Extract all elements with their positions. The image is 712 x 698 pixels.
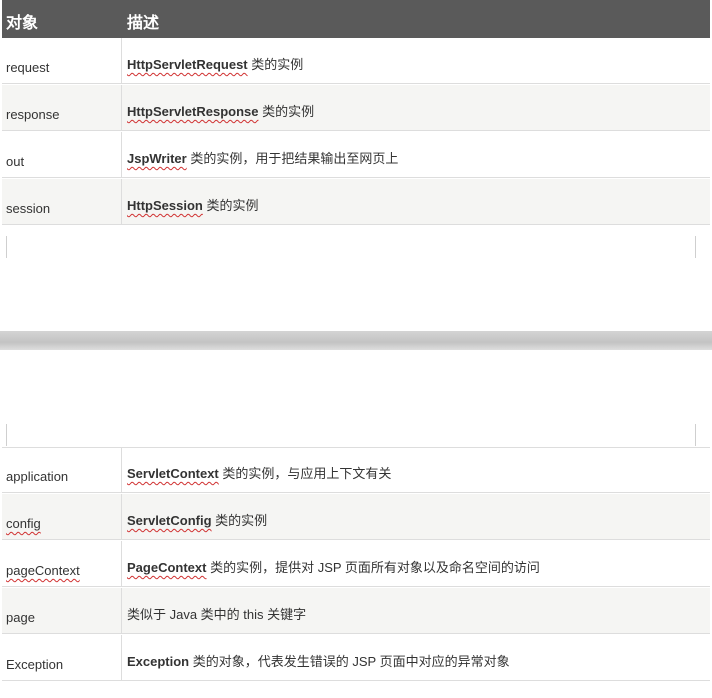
- description-cell: Exception 类的对象，代表发生错误的 JSP 页面中对应的异常对象: [127, 635, 710, 680]
- page-corner-mark: [6, 236, 7, 258]
- description-cell: HttpSession 类的实例: [127, 179, 710, 224]
- description-cell: 类似于 Java 类中的 this 关键字: [127, 588, 710, 633]
- class-name: HttpServletResponse: [127, 104, 259, 119]
- description-cell: HttpServletRequest 类的实例: [127, 38, 710, 83]
- page-break-gap: [0, 331, 712, 350]
- table-row: Exception Exception 类的对象，代表发生错误的 JSP 页面中…: [2, 635, 710, 681]
- description-text: 类的实例，用于把结果输出至网页上: [186, 151, 399, 166]
- description-text: 类的实例: [247, 57, 304, 72]
- object-name: page: [6, 610, 35, 625]
- object-cell: request: [2, 38, 122, 83]
- description-cell: PageContext 类的实例，提供对 JSP 页面所有对象以及命名空间的访问: [127, 541, 710, 586]
- object-cell: out: [2, 132, 122, 177]
- table-row: response HttpServletResponse 类的实例: [2, 85, 710, 131]
- page-corner-mark: [695, 424, 696, 446]
- object-cell: application: [2, 448, 122, 492]
- object-name: config: [6, 516, 41, 531]
- table-row: request HttpServletRequest 类的实例: [2, 38, 710, 84]
- table-row: page 类似于 Java 类中的 this 关键字: [2, 588, 710, 634]
- object-name: application: [6, 469, 69, 484]
- class-name: ServletConfig: [127, 513, 212, 528]
- header-description-label: 描述: [127, 15, 160, 32]
- page-corner-mark: [6, 424, 7, 446]
- class-name: PageContext: [127, 560, 207, 575]
- object-name: Exception: [6, 657, 64, 672]
- table-row: config ServletConfig 类的实例: [2, 494, 710, 540]
- description-cell: JspWriter 类的实例，用于把结果输出至网页上: [127, 132, 710, 177]
- description-cell: ServletContext 类的实例，与应用上下文有关: [127, 448, 710, 492]
- header-object-label: 对象: [6, 15, 39, 32]
- description-text: 类的实例: [202, 198, 259, 213]
- description-text: 类的实例: [211, 513, 268, 528]
- table-row: application ServletContext 类的实例，与应用上下文有关: [2, 447, 710, 493]
- description-text: 类的实例，与应用上下文有关: [218, 466, 392, 481]
- class-name: JspWriter: [127, 151, 187, 166]
- description-cell: HttpServletResponse 类的实例: [127, 85, 710, 130]
- table-header: 对象 描述: [2, 0, 710, 38]
- description-text: 类的实例，提供对 JSP 页面所有对象以及命名空间的访问: [206, 560, 540, 575]
- description-cell: ServletConfig 类的实例: [127, 494, 710, 539]
- class-name: ServletContext: [127, 466, 219, 481]
- description-text: 类似于 Java 类中的 this 关键字: [127, 607, 307, 622]
- table-row: session HttpSession 类的实例: [2, 179, 710, 225]
- object-name: response: [6, 107, 60, 122]
- object-cell: Exception: [2, 635, 122, 680]
- object-cell: config: [2, 494, 122, 539]
- class-name: Exception: [127, 654, 190, 669]
- table-row: pageContext PageContext 类的实例，提供对 JSP 页面所…: [2, 541, 710, 587]
- object-cell: page: [2, 588, 122, 633]
- table-row: out JspWriter 类的实例，用于把结果输出至网页上: [2, 132, 710, 178]
- object-name: pageContext: [6, 563, 80, 578]
- class-name: HttpServletRequest: [127, 57, 248, 72]
- object-cell: pageContext: [2, 541, 122, 586]
- class-name: HttpSession: [127, 198, 203, 213]
- object-cell: response: [2, 85, 122, 130]
- page-corner-mark: [695, 236, 696, 258]
- description-text: 类的对象，代表发生错误的 JSP 页面中对应的异常对象: [189, 654, 510, 669]
- object-name: session: [6, 201, 51, 216]
- object-name: out: [6, 154, 25, 169]
- object-name: request: [6, 60, 50, 75]
- object-cell: session: [2, 179, 122, 224]
- description-text: 类的实例: [258, 104, 315, 119]
